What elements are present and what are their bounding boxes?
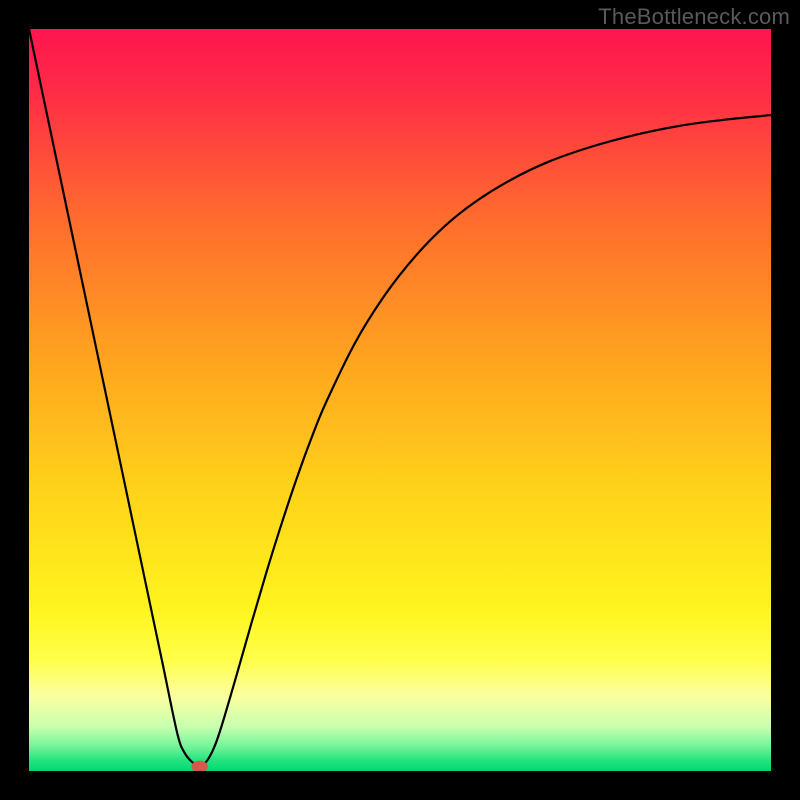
plot-area (29, 29, 771, 771)
bottleneck-chart (29, 29, 771, 771)
gradient-background (29, 29, 771, 771)
chart-frame: TheBottleneck.com (0, 0, 800, 800)
watermark-text: TheBottleneck.com (598, 4, 790, 30)
